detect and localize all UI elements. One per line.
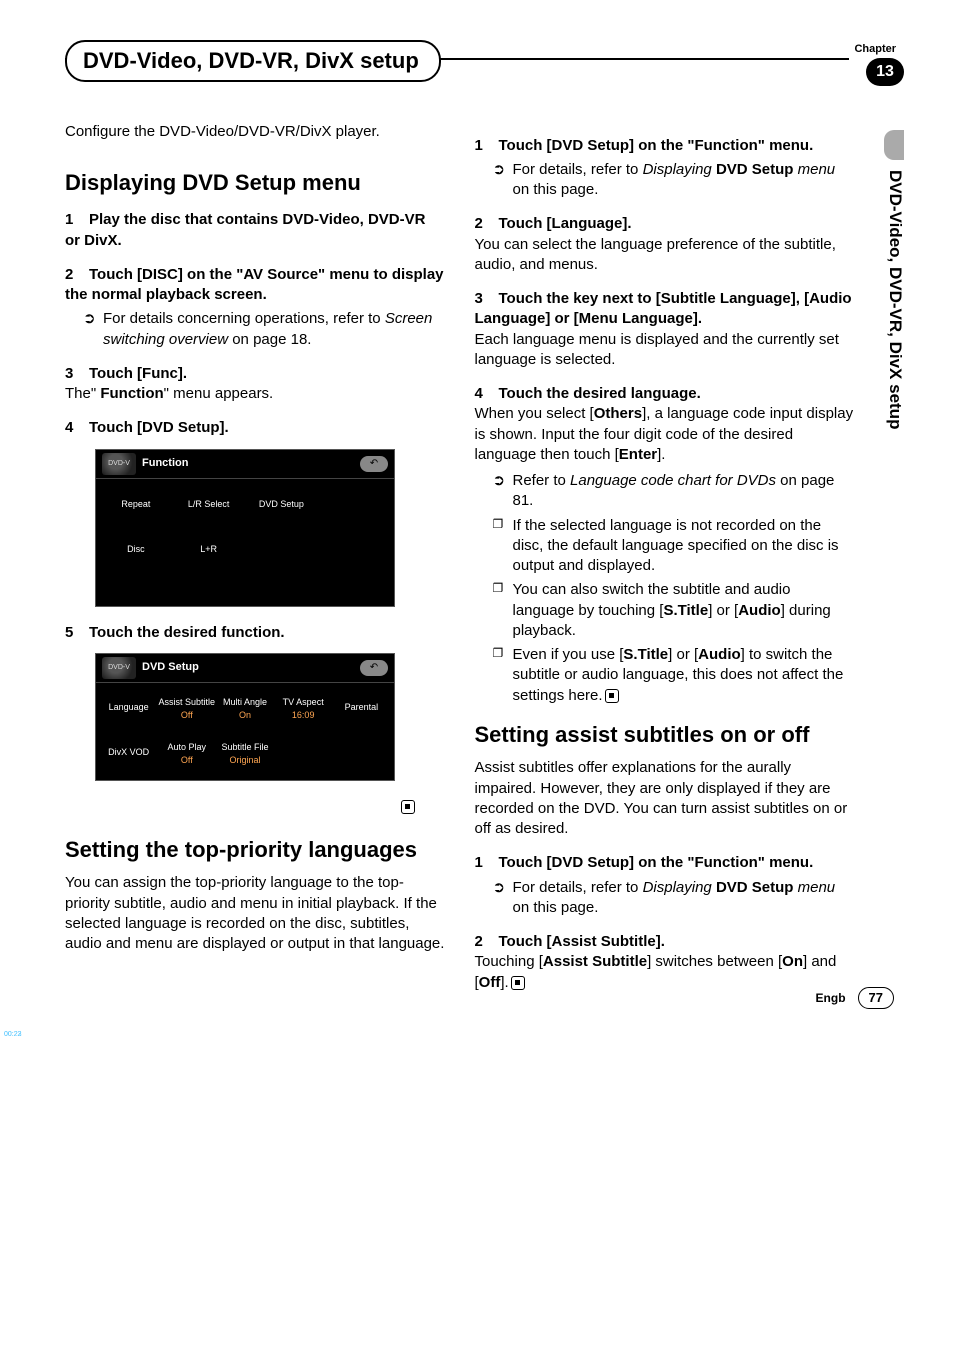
heading-displaying-setup: Displaying DVD Setup menu bbox=[65, 170, 445, 196]
menu-item: Disc bbox=[100, 528, 172, 572]
menu-item bbox=[318, 483, 390, 527]
right-step-3-body: Each language menu is displayed and the … bbox=[475, 330, 855, 371]
left-step-3: 3Touch [Func]. bbox=[65, 364, 445, 384]
right-step-4-note3: Even if you use [S.Title] or [Audio] to … bbox=[493, 645, 855, 706]
menu-item: TV Aspect16:09 bbox=[275, 687, 332, 731]
menu-item bbox=[318, 528, 390, 572]
assist-step-2-body: Touching [Assist Subtitle] switches betw… bbox=[475, 952, 855, 993]
intro-text: Configure the DVD-Video/DVD-VR/DivX play… bbox=[65, 122, 445, 142]
menu-item: Language bbox=[100, 687, 157, 731]
right-step-1-ref: For details, refer to Displaying DVD Set… bbox=[493, 160, 855, 201]
menu-item: DivX VOD bbox=[100, 732, 157, 776]
left-step-1: 1Play the disc that contains DVD-Video, … bbox=[65, 210, 445, 251]
right-column: 1Touch [DVD Setup] on the "Function" men… bbox=[475, 122, 855, 999]
right-step-3: 3Touch the key next to [Subtitle Languag… bbox=[475, 289, 855, 330]
right-step-2-body: You can select the language preference o… bbox=[475, 235, 855, 276]
left-step-4: 4Touch [DVD Setup]. bbox=[65, 418, 445, 438]
right-step-4-ref: Refer to Language code chart for DVDs on… bbox=[493, 471, 855, 512]
menu-item: Auto PlayOff bbox=[158, 732, 215, 776]
left-step-3-body: The" Function" menu appears. bbox=[65, 384, 445, 404]
menu-item bbox=[275, 732, 332, 776]
chapter-number-badge: 13 bbox=[866, 58, 904, 86]
menu-item bbox=[246, 528, 318, 572]
page-number: 77 bbox=[858, 987, 894, 1009]
assist-step-2: 2Touch [Assist Subtitle]. bbox=[475, 932, 855, 952]
section-end-icon bbox=[511, 976, 525, 990]
disc-icon: DVD-V 00:23 bbox=[102, 657, 136, 679]
menu-item: Multi AngleOn bbox=[216, 687, 273, 731]
footer-language: Engb bbox=[816, 990, 846, 1006]
right-step-4: 4Touch the desired language. bbox=[475, 384, 855, 404]
disc-icon: DVD-V 00:22 bbox=[102, 453, 136, 475]
left-step-2-ref: For details concerning operations, refer… bbox=[83, 309, 445, 350]
left-step-5: 5Touch the desired function. bbox=[65, 623, 445, 643]
assist-step-1: 1Touch [DVD Setup] on the "Function" men… bbox=[475, 853, 855, 873]
menu-item: L+R bbox=[173, 528, 245, 572]
menu-item: Subtitle FileOriginal bbox=[216, 732, 273, 776]
page-header: DVD-Video, DVD-VR, DivX setup bbox=[65, 40, 849, 82]
right-step-2: 2Touch [Language]. bbox=[475, 214, 855, 234]
right-step-4-note1: If the selected language is not recorded… bbox=[493, 516, 855, 577]
dvd-setup-screenshot: DVD-V 00:23 DVD Setup ↶ Language Assist … bbox=[95, 653, 395, 781]
page-footer: Engb 77 bbox=[816, 987, 894, 1009]
side-tab bbox=[884, 130, 904, 160]
screenshot-title: Function bbox=[142, 456, 360, 471]
menu-item bbox=[333, 732, 390, 776]
screenshot-title: DVD Setup bbox=[142, 660, 360, 675]
page-title: DVD-Video, DVD-VR, DivX setup bbox=[65, 40, 441, 82]
assist-step-1-ref: For details, refer to Displaying DVD Set… bbox=[493, 878, 855, 919]
menu-item: Parental bbox=[333, 687, 390, 731]
section-end-icon bbox=[605, 689, 619, 703]
back-icon: ↶ bbox=[360, 456, 388, 472]
menu-item: L/R Select bbox=[173, 483, 245, 527]
heading-assist-subtitles: Setting assist subtitles on or off bbox=[475, 722, 855, 748]
section-end-icon bbox=[401, 800, 415, 814]
left-column: Configure the DVD-Video/DVD-VR/DivX play… bbox=[65, 122, 445, 999]
chapter-label: Chapter bbox=[854, 42, 896, 57]
right-step-4-body: When you select [Others], a language cod… bbox=[475, 404, 855, 465]
heading-priority-languages: Setting the top-priority languages bbox=[65, 837, 445, 863]
priority-body: You can assign the top-priority language… bbox=[65, 873, 445, 954]
function-menu-screenshot: DVD-V 00:22 Function ↶ Repeat L/R Select… bbox=[95, 449, 395, 607]
assist-body: Assist subtitles offer explanations for … bbox=[475, 758, 855, 839]
menu-item: Repeat bbox=[100, 483, 172, 527]
back-icon: ↶ bbox=[360, 660, 388, 676]
right-step-4-note2: You can also switch the subtitle and aud… bbox=[493, 580, 855, 641]
side-section-title: DVD-Video, DVD-VR, DivX setup bbox=[883, 170, 906, 429]
right-step-1: 1Touch [DVD Setup] on the "Function" men… bbox=[475, 136, 855, 156]
left-step-2: 2Touch [DISC] on the "AV Source" menu to… bbox=[65, 265, 445, 306]
menu-item: Assist SubtitleOff bbox=[158, 687, 215, 731]
menu-item: DVD Setup bbox=[246, 483, 318, 527]
